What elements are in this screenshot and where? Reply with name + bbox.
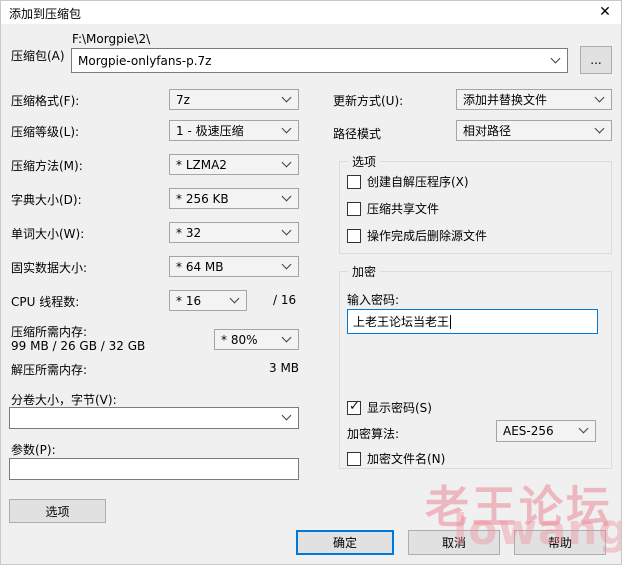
format-label: 压缩格式(F): (11, 94, 80, 108)
format-combobox[interactable]: 7z (169, 89, 299, 110)
chevron-down-icon[interactable] (550, 53, 561, 63)
path-mode-value: 相对路径 (463, 124, 512, 138)
chevron-down-icon[interactable] (281, 259, 292, 269)
archive-name-combobox[interactable]: Morgpie-onlyfans-p.7z (71, 48, 568, 73)
show-password-checkbox[interactable] (347, 399, 361, 415)
delete-after-checkbox-row[interactable]: 操作完成后删除源文件 (347, 227, 487, 244)
archive-path: F:\Morgpie\2\ (72, 32, 151, 46)
parameters-input[interactable] (9, 458, 299, 480)
chevron-down-icon[interactable] (594, 123, 605, 133)
solid-block-label: 固实数据大小: (11, 261, 88, 275)
update-mode-label: 更新方式(U): (333, 94, 404, 108)
title-bar: 添加到压缩包 ✕ (1, 1, 621, 24)
chevron-down-icon[interactable] (594, 92, 605, 102)
encryption-method-label: 加密算法: (347, 427, 400, 441)
chevron-down-icon[interactable] (281, 191, 292, 201)
chevron-down-icon[interactable] (578, 423, 589, 434)
options-group-title: 选项 (348, 153, 381, 170)
browse-button[interactable]: ... (580, 46, 612, 74)
format-value: 7z (176, 92, 190, 107)
parameters-label: 参数(P): (11, 443, 56, 457)
help-button[interactable]: 帮助 (514, 530, 606, 555)
word-size-combobox[interactable]: * 32 (169, 222, 299, 243)
memory-percent-combobox[interactable]: * 80% (214, 329, 299, 350)
close-icon[interactable]: ✕ (591, 1, 619, 23)
show-password-label: 显示密码(S) (367, 401, 432, 415)
method-value: * LZMA2 (176, 157, 227, 172)
ok-button[interactable]: 确定 (296, 530, 394, 555)
show-password-checkbox-row[interactable]: 显示密码(S) (347, 399, 432, 416)
chevron-down-icon[interactable] (281, 92, 292, 102)
method-label: 压缩方法(M): (11, 159, 83, 173)
dictionary-label: 字典大小(D): (11, 193, 82, 207)
word-size-value: * 32 (176, 225, 202, 240)
cpu-threads-label: CPU 线程数: (11, 295, 80, 309)
text-caret (450, 314, 452, 329)
cpu-threads-value: * 16 (176, 293, 202, 308)
encrypt-names-label: 加密文件名(N) (367, 452, 446, 466)
chevron-down-icon[interactable] (281, 332, 292, 342)
delete-after-checkbox-label: 操作完成后删除源文件 (367, 229, 488, 243)
encryption-method-value: AES-256 (503, 424, 554, 438)
dictionary-value: * 256 KB (176, 191, 229, 206)
memory-compress-label: 压缩所需内存: (11, 325, 88, 339)
volume-size-combobox[interactable] (9, 407, 299, 429)
level-combobox[interactable]: 1 - 极速压缩 (169, 120, 299, 141)
word-size-label: 单词大小(W): (11, 227, 85, 241)
watermark-text: 老王论坛 (425, 482, 613, 533)
memory-decompress-value: 3 MB (269, 361, 300, 375)
memory-percent-value: * 80% (221, 332, 258, 347)
memory-decompress-label: 解压所需内存: (11, 363, 88, 377)
chevron-down-icon[interactable] (229, 293, 240, 303)
encryption-group-title: 加密 (348, 263, 381, 280)
solid-block-combobox[interactable]: * 64 MB (169, 256, 299, 277)
password-value: 上老王论坛当老王 (353, 315, 450, 329)
delete-after-checkbox[interactable] (347, 228, 361, 243)
shared-files-checkbox-row[interactable]: 压缩共享文件 (347, 200, 439, 217)
chevron-down-icon[interactable] (281, 410, 292, 421)
encrypt-names-checkbox-row[interactable]: 加密文件名(N) (347, 450, 445, 467)
chevron-down-icon[interactable] (281, 157, 292, 167)
sfx-checkbox-row[interactable]: 创建自解压程序(X) (347, 173, 469, 190)
shared-files-checkbox[interactable] (347, 201, 361, 216)
path-mode-combobox[interactable]: 相对路径 (456, 120, 612, 141)
shared-files-checkbox-label: 压缩共享文件 (367, 202, 440, 216)
sfx-checkbox-label: 创建自解压程序(X) (367, 175, 469, 189)
options-button[interactable]: 选项 (9, 499, 106, 523)
chevron-down-icon[interactable] (281, 123, 292, 133)
level-label: 压缩等级(L): (11, 125, 80, 139)
method-combobox[interactable]: * LZMA2 (169, 154, 299, 175)
volume-size-label: 分卷大小，字节(V): (11, 393, 117, 407)
level-value: 1 - 极速压缩 (176, 124, 244, 138)
cancel-button[interactable]: 取消 (408, 530, 500, 555)
update-mode-value: 添加并替换文件 (463, 93, 548, 107)
chevron-down-icon[interactable] (281, 225, 292, 235)
dialog-title: 添加到压缩包 (9, 7, 82, 21)
add-to-archive-dialog: 添加到压缩包 ✕ 压缩包(A) F:\Morgpie\2\ Morgpie-on… (0, 0, 622, 565)
cpu-threads-max: / 16 (273, 293, 297, 307)
path-mode-label: 路径模式 (333, 127, 382, 141)
archive-name-value: Morgpie-onlyfans-p.7z (78, 53, 212, 68)
memory-compress-detail: 99 MB / 26 GB / 32 GB (11, 339, 146, 353)
password-input[interactable]: 上老王论坛当老王 (347, 309, 598, 334)
encryption-method-combobox[interactable]: AES-256 (496, 420, 596, 442)
solid-block-value: * 64 MB (176, 259, 224, 274)
dictionary-combobox[interactable]: * 256 KB (169, 188, 299, 209)
password-label: 输入密码: (347, 293, 400, 307)
archive-label: 压缩包(A) (11, 49, 65, 63)
cpu-threads-combobox[interactable]: * 16 (169, 290, 247, 311)
sfx-checkbox[interactable] (347, 174, 361, 189)
update-mode-combobox[interactable]: 添加并替换文件 (456, 89, 612, 110)
encrypt-names-checkbox[interactable] (347, 451, 361, 466)
